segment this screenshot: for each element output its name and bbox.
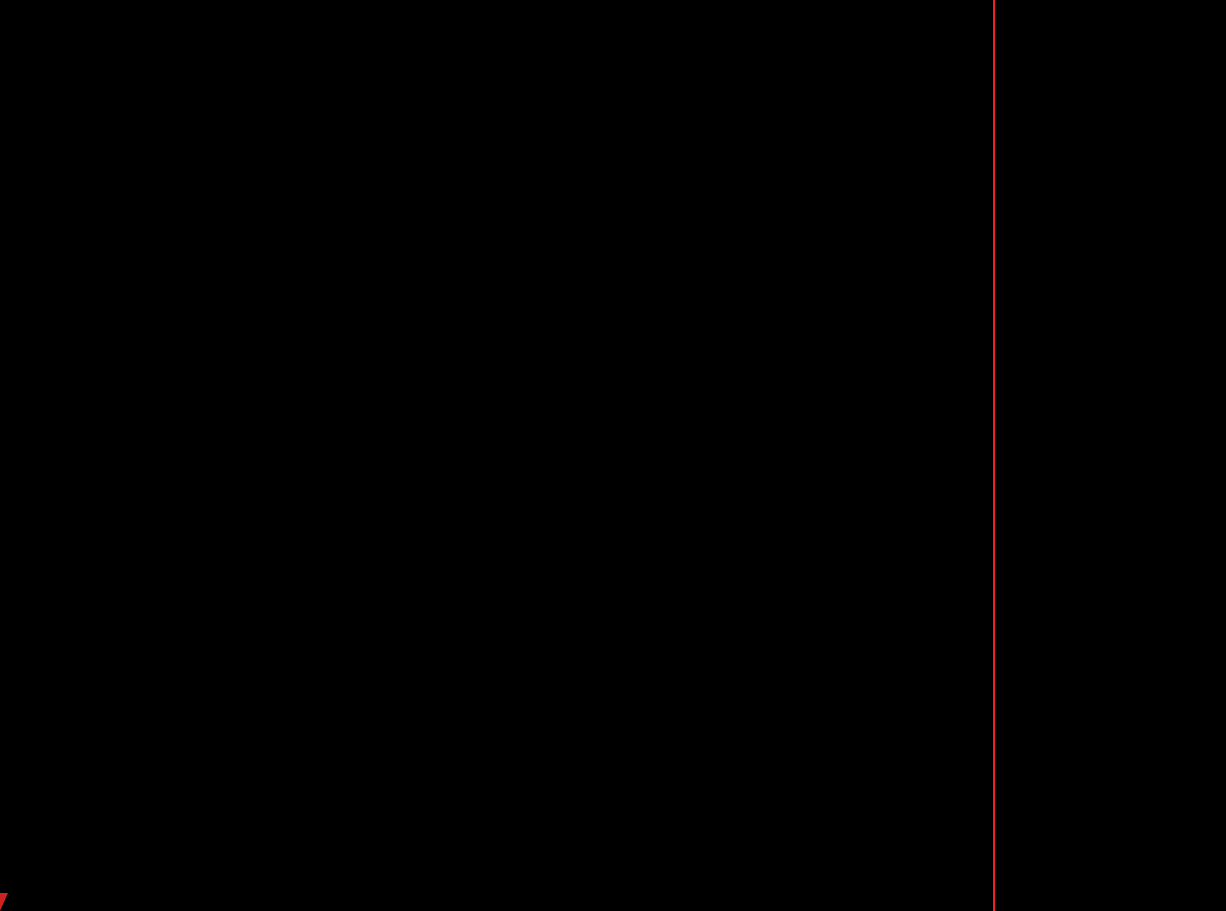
- quote-title: [995, 2, 1226, 26]
- macd-panel[interactable]: [82, 443, 993, 651]
- trading-app: [0, 0, 1226, 911]
- date-axis: [0, 878, 993, 893]
- main-candlestick-chart[interactable]: [82, 15, 993, 438]
- tab-bar-wedge-icon: [0, 893, 8, 911]
- kdj-panel[interactable]: [82, 656, 993, 878]
- top-bar: [0, 0, 993, 15]
- quote-sidebar: [993, 0, 1226, 911]
- price-axis-column: [0, 0, 80, 893]
- quote-symbol: [995, 48, 1226, 72]
